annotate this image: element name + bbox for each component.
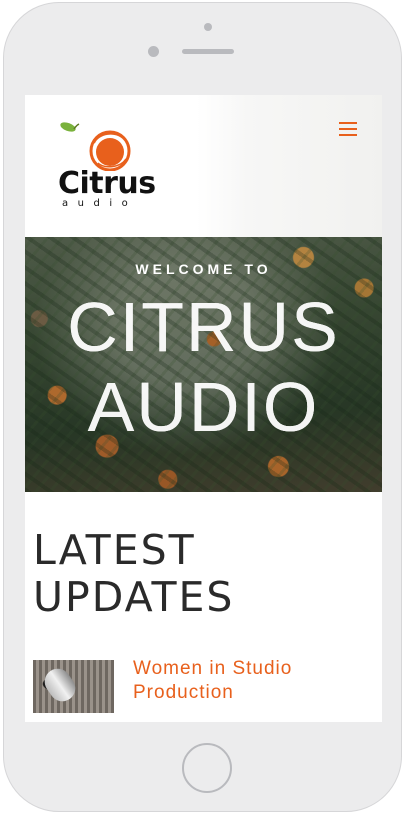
hero-title: CITRUS AUDIO	[25, 287, 382, 447]
post-title-link[interactable]: Women in Studio Production	[133, 657, 353, 705]
post-excerpt: ...	[133, 717, 141, 722]
device-screen: Citrus audio WELCOME TO CITRUS AUDIO LAT…	[25, 95, 382, 722]
orange-logo-icon	[60, 122, 131, 171]
menu-bar	[339, 128, 357, 130]
home-button[interactable]	[182, 743, 232, 793]
site-header: Citrus audio	[25, 95, 382, 237]
latest-updates-heading: LATEST UPDATES	[33, 527, 373, 621]
site-logo[interactable]: Citrus audio	[58, 119, 162, 211]
hero-title-line-2: AUDIO	[87, 368, 320, 446]
menu-bar	[339, 122, 357, 124]
post-thumbnail[interactable]	[33, 660, 114, 713]
heading-line-2: UPDATES	[33, 573, 235, 621]
logo-wordmark: Citrus	[58, 166, 156, 201]
hero-welcome-text: WELCOME TO	[135, 261, 272, 277]
camera-dot	[204, 23, 212, 31]
logo-subtitle: audio	[62, 198, 138, 209]
earpiece-speaker	[182, 49, 234, 54]
menu-bar	[339, 134, 357, 136]
hero-title-line-1: CITRUS	[67, 288, 340, 366]
front-sensor	[148, 46, 159, 57]
hamburger-icon[interactable]	[339, 122, 361, 140]
heading-line-1: LATEST	[33, 526, 196, 574]
microphone-image	[39, 663, 81, 707]
hero-banner: WELCOME TO CITRUS AUDIO	[25, 237, 382, 492]
